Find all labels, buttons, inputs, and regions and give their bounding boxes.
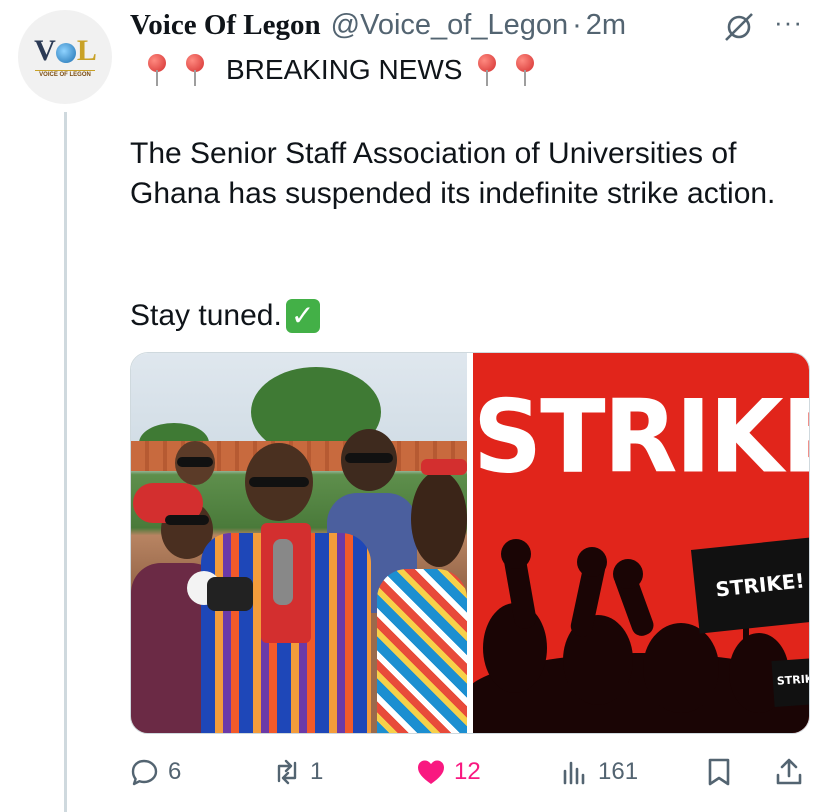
repost-button[interactable]: 1 xyxy=(272,752,323,792)
avatar-logo-subtext: VOICE OF LEGON xyxy=(35,70,95,78)
round-pushpin-icon xyxy=(146,54,168,86)
views-icon xyxy=(563,761,585,785)
headline-text: BREAKING NEWS xyxy=(226,54,463,85)
author-handle[interactable]: @Voice_of_Legon xyxy=(331,9,568,42)
tweet-closing-line: Stay tuned. ✓ xyxy=(130,296,320,336)
media-grid: STRIKE STRIKE! STRIK xyxy=(130,352,810,734)
bookmark-button[interactable] xyxy=(704,752,742,792)
repost-icon xyxy=(277,759,297,785)
share-icon xyxy=(776,758,802,785)
tweet-closing-text: Stay tuned. xyxy=(130,299,282,332)
tweet-body: The Senior Staff Association of Universi… xyxy=(130,137,776,210)
share-button[interactable] xyxy=(774,752,812,792)
mic-label xyxy=(207,577,253,611)
round-pushpin-icon xyxy=(476,54,498,86)
strike-sign-small: STRIK xyxy=(771,656,809,708)
slashed-circle-icon[interactable] xyxy=(722,12,756,42)
strike-graphic[interactable]: STRIKE STRIKE! STRIK xyxy=(473,353,809,733)
avatar[interactable]: VL VOICE OF LEGON xyxy=(18,10,112,104)
author-name[interactable]: Voice Of Legon xyxy=(130,9,321,42)
views-button[interactable]: 161 xyxy=(560,752,638,792)
strike-sign: STRIKE! xyxy=(690,536,809,634)
reply-count: 6 xyxy=(168,758,182,785)
like-button[interactable]: 12 xyxy=(416,752,481,792)
reply-icon xyxy=(131,759,158,786)
repost-count: 1 xyxy=(310,758,324,785)
strike-headline: STRIKE xyxy=(473,378,809,496)
tweet-actions: 6 1 12 161 xyxy=(130,752,810,792)
like-count: 12 xyxy=(454,758,481,785)
views-count: 161 xyxy=(598,758,639,785)
press-conference-photo[interactable] xyxy=(131,353,467,733)
thread-line xyxy=(64,112,67,812)
avatar-logo: VL xyxy=(34,34,97,67)
round-pushpin-icon xyxy=(514,54,536,86)
tweet-timestamp[interactable]: 2m xyxy=(586,9,626,42)
bookmark-icon xyxy=(708,758,730,786)
reply-button[interactable]: 6 xyxy=(130,752,181,792)
check-mark-icon: ✓ xyxy=(285,299,320,333)
round-pushpin-icon xyxy=(184,54,206,86)
headline-line: BREAKING NEWS xyxy=(138,52,544,88)
separator-dot: · xyxy=(572,8,582,41)
heart-icon xyxy=(418,760,444,784)
more-icon[interactable]: ··· xyxy=(774,9,803,35)
